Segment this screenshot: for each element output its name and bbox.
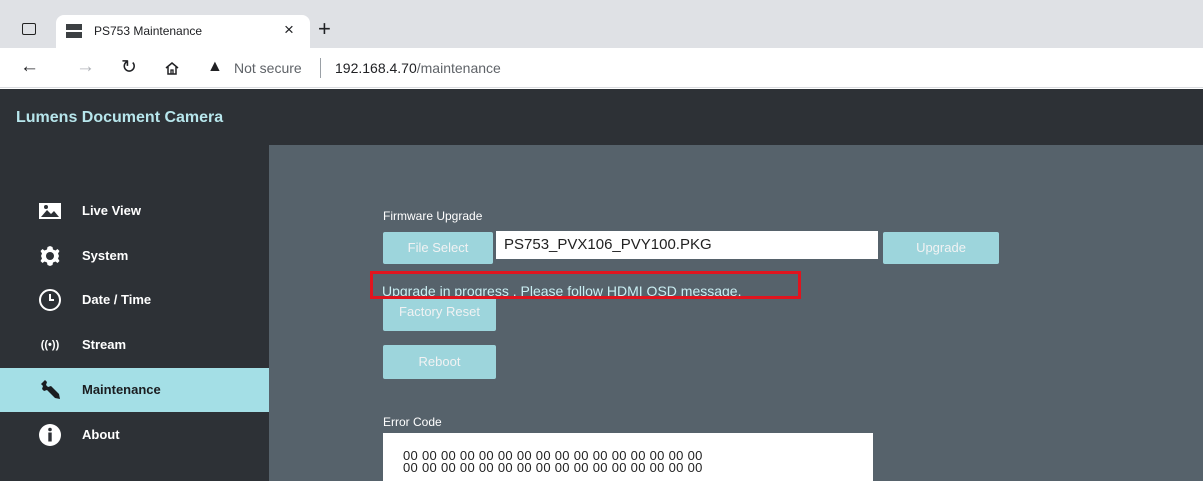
- sidebar-item-maintenance[interactable]: Maintenance: [0, 368, 269, 412]
- file-select-button[interactable]: File Select: [383, 232, 493, 264]
- address-bar: ← → ↻ ▲ Not secure 192.168.4.70/maintena…: [0, 48, 1203, 88]
- broadcast-icon: ((•)): [40, 339, 60, 351]
- url-host: 192.168.4.70: [335, 60, 417, 76]
- firmware-upgrade-label: Firmware Upgrade: [383, 209, 483, 223]
- address-separator: [320, 58, 321, 78]
- sidebar-item-about[interactable]: About: [0, 413, 269, 457]
- back-icon[interactable]: ←: [20, 56, 39, 78]
- url-text[interactable]: 192.168.4.70/maintenance: [335, 60, 501, 76]
- app-title: Lumens Document Camera: [16, 109, 224, 126]
- browser-tab[interactable]: PS753 Maintenance ×: [56, 15, 310, 48]
- reboot-button[interactable]: Reboot: [383, 345, 496, 379]
- sidebar-item-stream[interactable]: ((•)) Stream: [0, 323, 269, 367]
- warning-icon[interactable]: ▲: [207, 58, 223, 76]
- sidebar: Live View System Date / Time ((•)) Strea…: [0, 145, 269, 481]
- factory-reset-button[interactable]: Factory Reset: [383, 297, 496, 331]
- sidebar-item-live-view[interactable]: Live View: [0, 189, 269, 233]
- tab-actions-icon[interactable]: [22, 23, 36, 35]
- security-status[interactable]: Not secure: [234, 60, 302, 76]
- sidebar-item-label: About: [82, 427, 120, 442]
- tab-title: PS753 Maintenance: [94, 24, 203, 38]
- maintenance-panel: Firmware Upgrade File Select PS753_PVX10…: [269, 145, 1203, 481]
- tab-close-icon[interactable]: ×: [284, 20, 294, 40]
- reload-icon[interactable]: ↻: [121, 56, 137, 79]
- image-icon: [39, 203, 61, 219]
- browser-tab-bar: PS753 Maintenance × +: [0, 0, 1203, 48]
- page-favicon-icon: [66, 24, 82, 38]
- new-tab-icon[interactable]: +: [318, 16, 331, 42]
- highlight-annotation: [370, 271, 801, 299]
- error-code-label: Error Code: [383, 415, 442, 429]
- error-code-box: 00 00 00 00 00 00 00 00 00 00 00 00 00 0…: [383, 433, 873, 481]
- sidebar-item-label: Date / Time: [82, 292, 152, 307]
- info-icon: [39, 424, 61, 446]
- home-icon[interactable]: [165, 62, 179, 75]
- app-root: Lumens Document Camera Live View System …: [0, 89, 1203, 481]
- sidebar-item-date-time[interactable]: Date / Time: [0, 278, 269, 322]
- wrench-icon: [41, 380, 60, 399]
- firmware-file-field[interactable]: PS753_PVX106_PVY100.PKG: [496, 231, 878, 259]
- url-path: /maintenance: [416, 60, 501, 76]
- upgrade-button[interactable]: Upgrade: [883, 232, 999, 264]
- gear-icon: [40, 246, 60, 266]
- clock-icon: [39, 289, 61, 311]
- sidebar-item-label: Maintenance: [82, 382, 161, 397]
- sidebar-item-label: System: [82, 248, 129, 263]
- forward-icon[interactable]: →: [76, 56, 95, 78]
- sidebar-item-label: Stream: [82, 337, 127, 352]
- sidebar-item-label: Live View: [82, 203, 142, 218]
- error-code-row: 00 00 00 00 00 00 00 00 00 00 00 00 00 0…: [403, 460, 703, 475]
- sidebar-item-system[interactable]: System: [0, 234, 269, 278]
